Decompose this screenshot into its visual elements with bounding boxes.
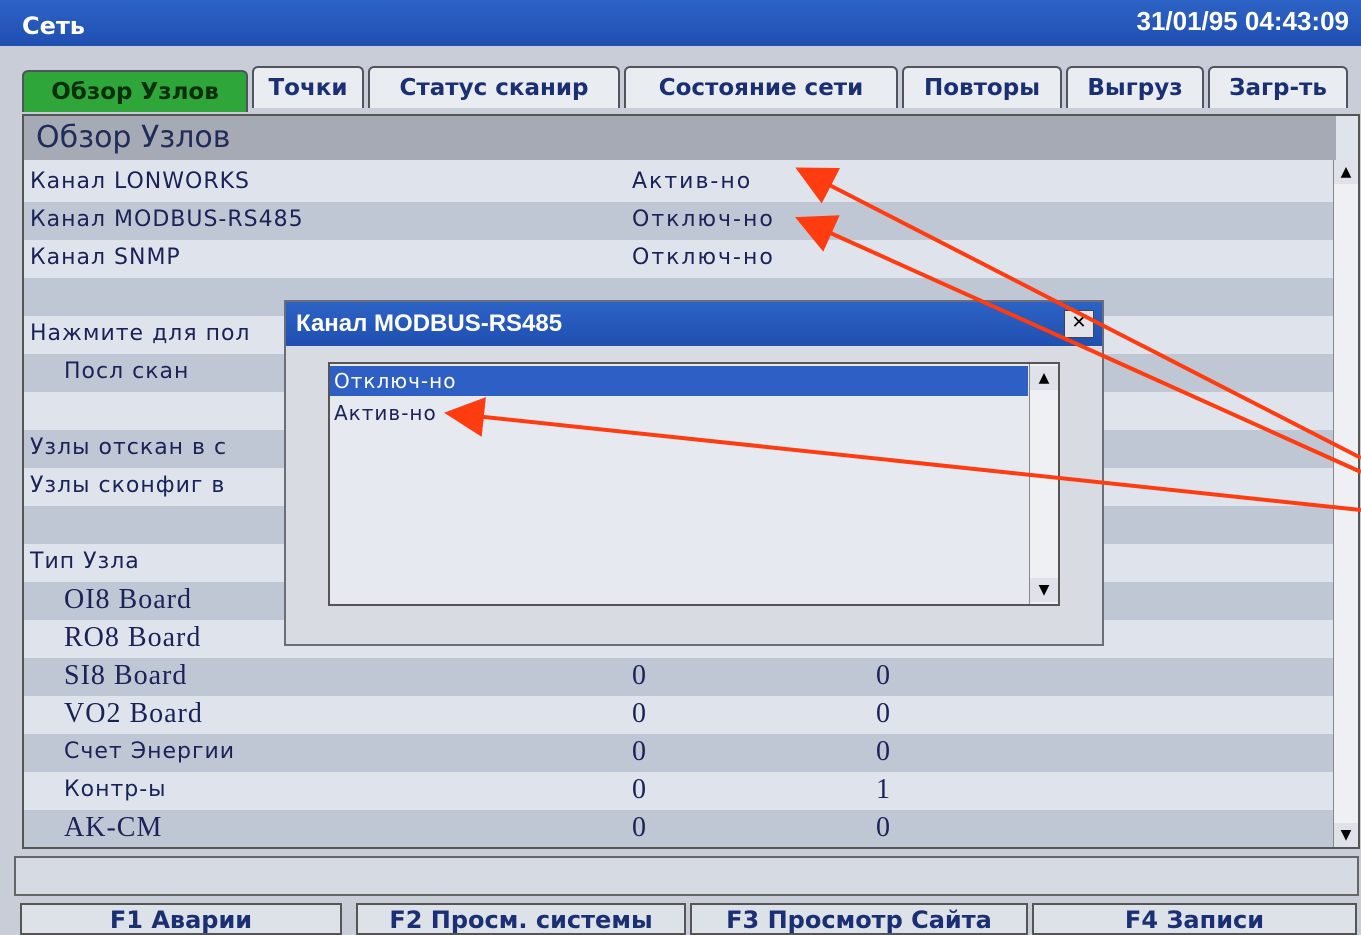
table-row[interactable]: VO2 Board 0 0 xyxy=(24,696,1336,734)
node-type-name: AK-CM xyxy=(64,812,163,843)
nodes-scanned-label: Узлы отскан в с xyxy=(30,435,228,460)
list-scrollbar[interactable]: ▲ ▼ xyxy=(1029,364,1058,604)
f4-records-button[interactable]: F4 Записи xyxy=(1032,903,1357,935)
node-count-configured: 1 xyxy=(876,774,890,805)
node-type-name: OI8 Board xyxy=(64,584,192,615)
list-item[interactable]: Актив-но xyxy=(330,398,1028,428)
node-type-name: Контр-ы xyxy=(64,777,167,802)
channel-status[interactable]: Актив-но xyxy=(632,164,752,200)
channel-status[interactable]: Отключ-но xyxy=(632,202,775,238)
table-row[interactable]: Счет Энергии 0 0 xyxy=(24,734,1336,772)
node-count-configured: 0 xyxy=(876,736,890,767)
f3-site-view-button[interactable]: F3 Просмотр Сайта xyxy=(690,903,1028,935)
tab-load[interactable]: Загр-ть xyxy=(1208,66,1348,108)
scroll-down-icon[interactable]: ▼ xyxy=(1030,578,1058,602)
node-count-scanned: 0 xyxy=(632,774,646,805)
tab-points[interactable]: Точки xyxy=(252,66,364,108)
node-count-configured: 0 xyxy=(876,812,890,843)
f2-system-view-button[interactable]: F2 Просм. системы xyxy=(356,903,686,935)
channel-row[interactable]: Канал SNMP Отключ-но xyxy=(24,240,1336,278)
table-row[interactable]: SI8 Board 0 0 xyxy=(24,658,1336,696)
channel-select-dialog: Канал MODBUS-RS485 ✕ Отключ-но Актив-но … xyxy=(284,300,1104,646)
node-count-configured: 0 xyxy=(876,660,890,691)
node-type-name: SI8 Board xyxy=(64,660,188,691)
node-type-name: VO2 Board xyxy=(64,698,203,729)
last-scan-label: Посл скан xyxy=(64,359,190,384)
channel-label: Канал LONWORKS xyxy=(30,169,251,194)
scroll-up-icon[interactable]: ▲ xyxy=(1030,366,1058,390)
tab-network-state[interactable]: Состояние сети xyxy=(624,66,898,108)
node-type-name: Счет Энергии xyxy=(64,739,236,764)
channel-label: Канал SNMP xyxy=(30,245,181,270)
tab-nodes-overview[interactable]: Обзор Узлов xyxy=(22,70,248,112)
function-key-bar: F1 Аварии F2 Просм. системы F3 Просмотр … xyxy=(14,903,1359,935)
node-count-scanned: 0 xyxy=(632,812,646,843)
table-row[interactable]: Контр-ы 0 1 xyxy=(24,772,1336,810)
node-count-configured: 0 xyxy=(876,698,890,729)
node-count-scanned: 0 xyxy=(632,660,646,691)
node-count-scanned: 0 xyxy=(632,736,646,767)
tab-bar: Обзор Узлов Точки Статус сканир Состояни… xyxy=(22,66,1352,112)
node-type-header: Тип Узла xyxy=(30,549,140,574)
tab-repeats[interactable]: Повторы xyxy=(902,66,1062,108)
channel-state-listbox[interactable]: Отключ-но Актив-но ▲ ▼ xyxy=(328,362,1060,606)
channel-label: Канал MODBUS-RS485 xyxy=(30,207,304,232)
scroll-up-icon[interactable]: ▲ xyxy=(1334,160,1358,184)
f1-alarms-button[interactable]: F1 Аварии xyxy=(20,903,342,935)
title-bar: Сеть 31/01/95 04:43:09 xyxy=(0,0,1361,46)
tab-scan-status[interactable]: Статус сканир xyxy=(368,66,620,108)
channel-row[interactable]: Канал LONWORKS Актив-но xyxy=(24,164,1336,202)
window-title: Сеть xyxy=(22,12,85,40)
vertical-scrollbar[interactable]: ▲ ▼ xyxy=(1333,160,1358,847)
status-bar xyxy=(14,856,1359,896)
list-item[interactable]: Отключ-но xyxy=(330,366,1028,396)
dialog-title: Канал MODBUS-RS485 xyxy=(286,302,1102,346)
scroll-down-icon[interactable]: ▼ xyxy=(1334,823,1358,847)
close-icon[interactable]: ✕ xyxy=(1064,310,1094,338)
table-row[interactable]: AK-CM 0 0 xyxy=(24,810,1336,847)
node-count-scanned: 0 xyxy=(632,698,646,729)
tab-upload[interactable]: Выгруз xyxy=(1066,66,1204,108)
clock: 31/01/95 04:43:09 xyxy=(1136,6,1349,36)
channel-status[interactable]: Отключ-но xyxy=(632,240,775,276)
panel-title: Обзор Узлов xyxy=(24,116,1336,160)
node-type-name: RO8 Board xyxy=(64,622,202,653)
channel-row[interactable]: Канал MODBUS-RS485 Отключ-но xyxy=(24,202,1336,240)
press-label: Нажмите для пол xyxy=(30,321,251,346)
nodes-configured-label: Узлы сконфиг в xyxy=(30,473,226,498)
